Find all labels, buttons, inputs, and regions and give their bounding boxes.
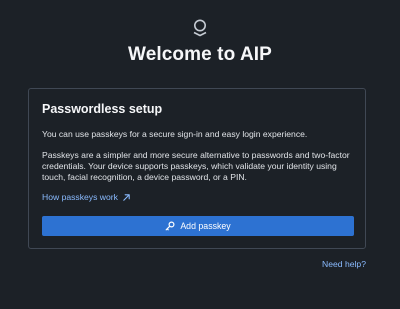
card-title: Passwordless setup <box>42 102 163 116</box>
description-line: touch, facial recognition, a device pass… <box>42 172 247 182</box>
login-page: Welcome to AIP Passwordless setup You ca… <box>0 0 400 309</box>
add-passkey-label: Add passkey <box>180 221 231 231</box>
add-passkey-button[interactable]: Add passkey <box>42 216 354 236</box>
passwordless-setup-card: Passwordless setup You can use passkeys … <box>28 88 366 249</box>
passkey-description: Passkeys are a simpler and more secure a… <box>42 150 360 183</box>
description-line: credentials. Your device supports passke… <box>42 161 337 171</box>
need-help-link[interactable]: Need help? <box>322 259 366 269</box>
how-passkeys-work-link[interactable]: How passkeys work <box>42 192 131 202</box>
description-line: Passkeys are a simpler and more secure a… <box>42 150 350 160</box>
arrow-top-right-icon <box>123 193 130 201</box>
palantir-logo-icon <box>193 19 207 37</box>
intro-text: You can use passkeys for a secure sign-i… <box>42 129 308 139</box>
key-icon <box>165 221 175 231</box>
page-title: Welcome to AIP <box>128 44 272 65</box>
link-label: How passkeys work <box>42 192 118 202</box>
